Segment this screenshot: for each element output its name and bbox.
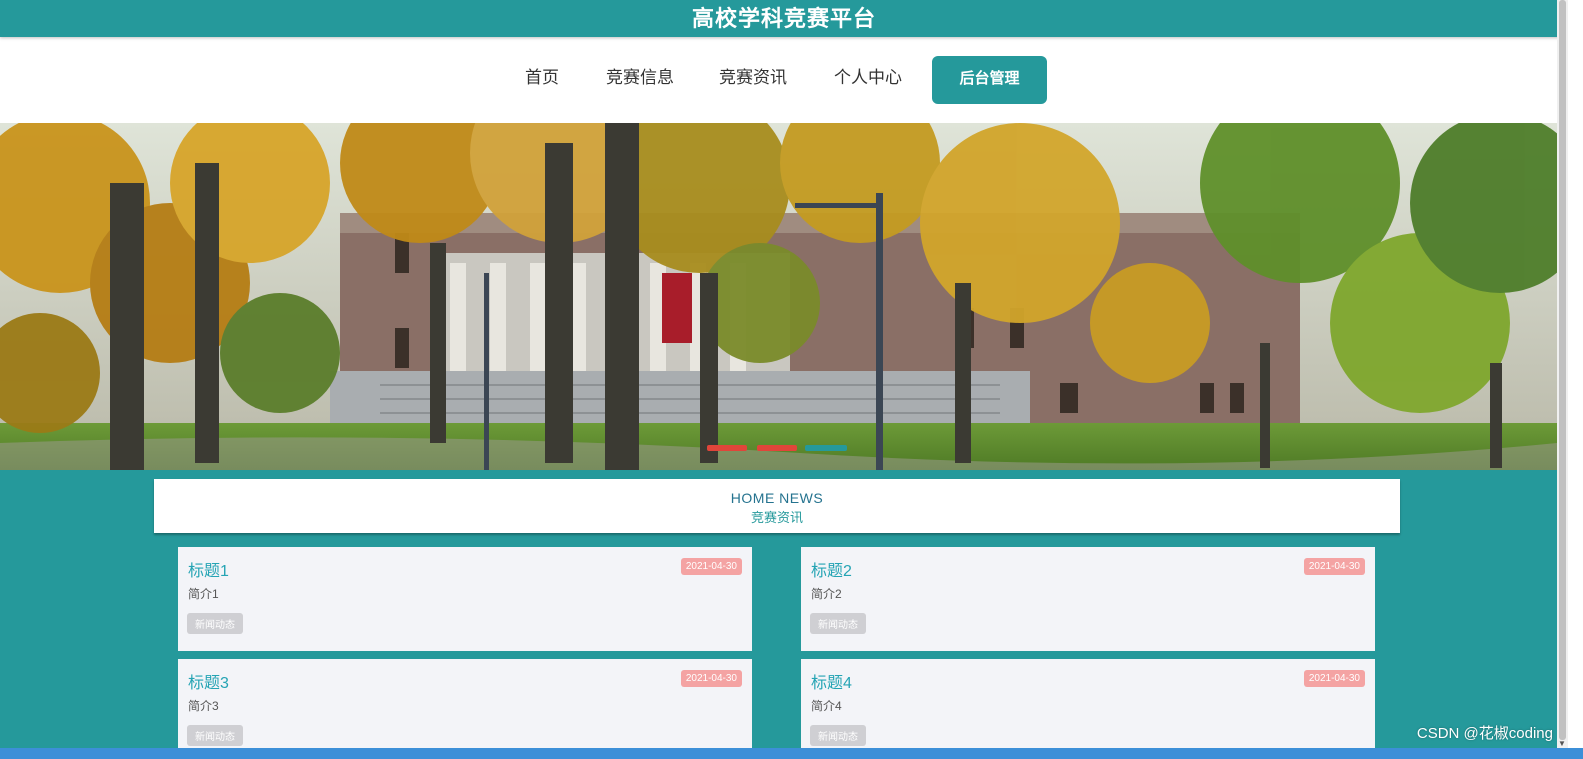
news-card-tag: 新闻动态 [810,725,866,746]
main-nav: 首页 竞赛信息 竞赛资讯 个人中心 后台管理 [0,56,1568,104]
watermark: CSDN @花椒coding [1416,725,1553,742]
news-card[interactable]: 标题4 2021-04-30 简介4 新闻动态 [801,659,1375,759]
news-card-tag: 新闻动态 [810,613,866,634]
news-card-description: 简介4 [811,699,842,713]
window-bottom-border [0,748,1583,759]
news-card-title[interactable]: 标题2 [811,557,852,581]
news-card-title[interactable]: 标题4 [811,669,852,693]
news-card-date-badge: 2021-04-30 [1303,558,1365,575]
section-title-zh: 竞赛资讯 [750,510,803,525]
nav-item-competition-news[interactable]: 竞赛资讯 [708,56,798,104]
news-card[interactable]: 标题3 2021-04-30 简介3 新闻动态 [178,659,752,759]
news-card-date-badge: 2021-04-30 [680,670,742,687]
top-header-bar: 高校学科竞赛平台 [0,0,1568,37]
section-title-en: HOME NEWS [730,490,824,506]
site-title: 高校学科竞赛平台 [691,6,876,32]
news-card-date-badge: 2021-04-30 [1303,670,1365,687]
carousel-dot-2[interactable] [757,445,797,451]
news-card-tag: 新闻动态 [187,613,243,634]
news-card-date-badge: 2021-04-30 [680,558,742,575]
news-card-description: 简介2 [811,587,842,601]
news-card-tag: 新闻动态 [187,725,243,746]
vertical-scrollbar[interactable]: ▼ [1557,0,1568,748]
news-card-title[interactable]: 标题1 [188,557,229,581]
scrollbar-thumb[interactable] [1559,0,1566,740]
nav-item-home[interactable]: 首页 [512,56,572,104]
news-section: HOME NEWS 竞赛资讯 标题1 2021-04-30 简介1 新闻动态 标… [0,470,1557,759]
news-card-description: 简介1 [188,587,219,601]
banner-carousel[interactable] [0,123,1557,470]
nav-item-personal-center[interactable]: 个人中心 [823,56,913,104]
nav-item-admin[interactable]: 后台管理 [932,56,1047,104]
window-edge [1568,0,1583,759]
news-card-description: 简介3 [188,699,219,713]
carousel-dot-1[interactable] [707,445,747,451]
news-card[interactable]: 标题1 2021-04-30 简介1 新闻动态 [178,547,752,651]
news-card[interactable]: 标题2 2021-04-30 简介2 新闻动态 [801,547,1375,651]
carousel-dot-3-active[interactable] [805,445,847,451]
scroll-down-arrow-icon[interactable]: ▼ [1558,739,1566,748]
banner-image [0,123,1557,470]
nav-item-competition-info[interactable]: 竞赛信息 [595,56,685,104]
news-card-title[interactable]: 标题3 [188,669,229,693]
section-header: HOME NEWS 竞赛资讯 [154,479,1400,533]
